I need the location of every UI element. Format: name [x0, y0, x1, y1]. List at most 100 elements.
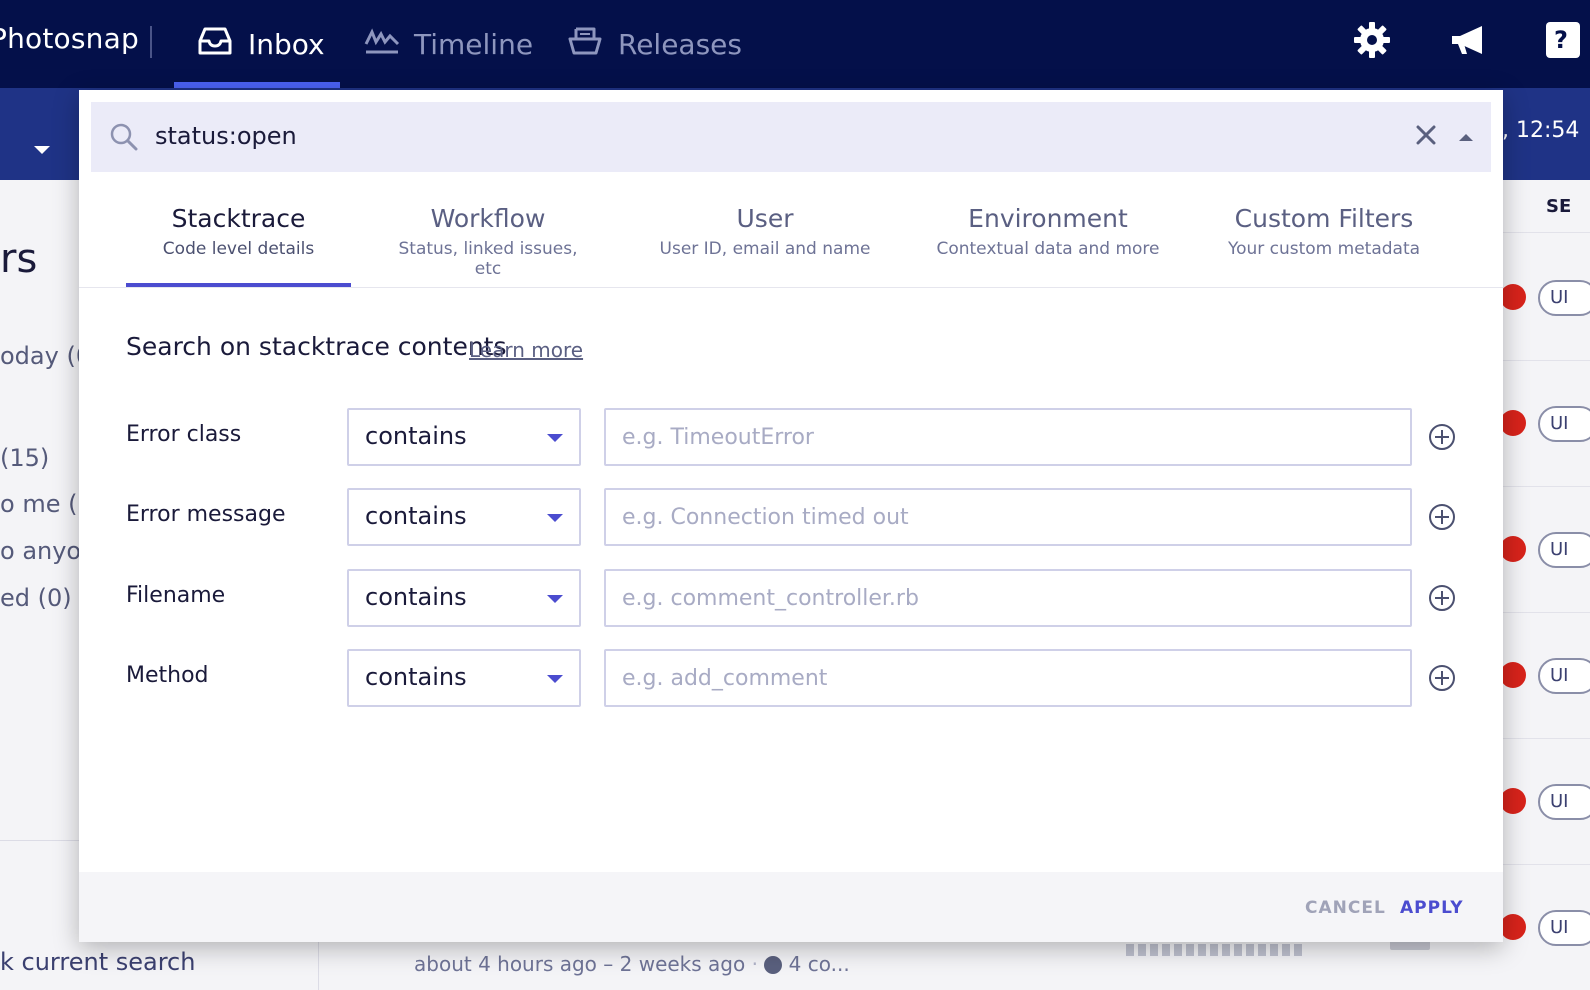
user-badge[interactable]: UI: [1538, 406, 1590, 442]
user-badge[interactable]: UI: [1538, 658, 1590, 694]
error-severity-dot: [1500, 536, 1526, 562]
trend-sparkline: [1126, 944, 1302, 956]
learn-more-link[interactable]: Learn more: [469, 338, 583, 362]
tab-description: User ID, email and name: [659, 239, 871, 259]
column-divider: [318, 942, 319, 990]
add-circle-icon[interactable]: [1428, 664, 1456, 696]
filter-row-error-message: Error message contains: [79, 488, 1503, 546]
error-row-meta: about 4 hours ago – 2 weeks ago · 4 co..…: [414, 952, 850, 976]
megaphone-icon[interactable]: [1448, 20, 1488, 64]
tab-label: Workflow: [430, 204, 546, 233]
sidebar-item-open[interactable]: (15): [0, 444, 49, 472]
comment-count: 4 co...: [788, 952, 850, 976]
nav-releases[interactable]: Releases: [566, 0, 742, 88]
user-badge[interactable]: UI: [1538, 910, 1590, 946]
error-severity-dot: [1500, 410, 1526, 436]
error-message-input[interactable]: [604, 488, 1412, 546]
nav-inbox-label: Inbox: [248, 27, 325, 61]
tab-user[interactable]: User User ID, email and name: [655, 200, 875, 288]
operator-select[interactable]: contains: [347, 408, 581, 466]
tab-description: Code level details: [162, 239, 315, 259]
tab-custom-filters[interactable]: Custom Filters Your custom metadata: [1219, 200, 1429, 288]
nav-inbox[interactable]: Inbox: [196, 0, 325, 88]
search-bar: [91, 102, 1491, 172]
filter-row-error-class: Error class contains: [79, 408, 1503, 466]
error-row-timespan: about 4 hours ago – 2 weeks ago: [414, 952, 746, 976]
tab-description: Your custom metadata: [1227, 239, 1421, 259]
active-tab-indicator: [126, 283, 351, 287]
project-name[interactable]: Photosnap: [0, 22, 139, 55]
chevron-down-icon: [547, 595, 563, 603]
nav-timeline[interactable]: Timeline: [364, 0, 533, 88]
sidebar-item-ignored[interactable]: ed (0): [0, 584, 72, 612]
operator-select[interactable]: contains: [347, 488, 581, 546]
bookmark-current-search-link[interactable]: k current search: [0, 948, 195, 976]
error-severity-dot: [1500, 788, 1526, 814]
timeline-icon: [364, 26, 400, 63]
user-badge[interactable]: UI: [1538, 280, 1590, 316]
tab-label: Stacktrace: [171, 204, 306, 233]
tab-environment[interactable]: Environment Contextual data and more: [931, 200, 1165, 288]
method-input[interactable]: [604, 649, 1412, 707]
dialog-footer: CANCEL APPLY: [79, 872, 1503, 942]
brand-divider: [150, 26, 152, 58]
user-badge[interactable]: UI: [1538, 532, 1590, 568]
section-title: Search on stacktrace contents: [126, 332, 507, 361]
apply-button[interactable]: APPLY: [1400, 898, 1464, 918]
sidebar-item-today[interactable]: oday (0: [0, 342, 91, 370]
filter-label: Error class: [126, 422, 242, 447]
error-severity-dot: [1500, 662, 1526, 688]
nav-timeline-label: Timeline: [414, 27, 534, 61]
filter-row-method: Method contains: [79, 649, 1503, 707]
chevron-down-icon: [547, 675, 563, 683]
error-severity-dot: [1500, 284, 1526, 310]
chevron-down-icon[interactable]: [34, 146, 50, 154]
operator-value: contains: [365, 583, 467, 611]
cancel-button[interactable]: CANCEL: [1305, 898, 1386, 918]
releases-icon: [566, 25, 604, 64]
operator-value: contains: [365, 663, 467, 691]
help-icon[interactable]: ?: [1546, 22, 1580, 58]
add-circle-icon[interactable]: [1428, 423, 1456, 455]
row-divider: [1502, 360, 1590, 361]
chevron-down-icon: [547, 514, 563, 522]
inbox-icon: [196, 25, 234, 64]
error-class-input[interactable]: [604, 408, 1412, 466]
row-divider: [1502, 486, 1590, 487]
search-icon: [109, 122, 139, 156]
error-severity-dot: [1500, 914, 1526, 940]
chevron-down-icon: [547, 434, 563, 442]
operator-select[interactable]: contains: [347, 569, 581, 627]
operator-value: contains: [365, 422, 467, 450]
row-divider: [1502, 232, 1590, 233]
tab-workflow[interactable]: Workflow Status, linked issues, etc: [383, 200, 593, 288]
tab-label: User: [736, 204, 794, 233]
add-circle-icon[interactable]: [1428, 584, 1456, 616]
user-badge[interactable]: UI: [1538, 784, 1590, 820]
sidebar-title: rs: [0, 236, 38, 282]
tab-description: Status, linked issues, etc: [398, 239, 578, 279]
filter-dialog: Stacktrace Code level details Workflow S…: [79, 90, 1503, 942]
tab-stacktrace[interactable]: Stacktrace Code level details: [126, 200, 351, 288]
row-divider: [1502, 864, 1590, 865]
tab-label: Environment: [968, 204, 1128, 233]
row-divider: [1502, 612, 1590, 613]
time-range-text: , 12:54: [1502, 118, 1580, 143]
filter-row-filename: Filename contains: [79, 569, 1503, 627]
nav-releases-label: Releases: [618, 27, 742, 61]
operator-select[interactable]: contains: [347, 649, 581, 707]
chevron-up-icon[interactable]: [1459, 134, 1473, 141]
add-circle-icon[interactable]: [1428, 503, 1456, 535]
tab-label: Custom Filters: [1234, 204, 1414, 233]
column-header-severity: SE: [1546, 196, 1572, 217]
comments-icon: [764, 956, 783, 974]
close-icon[interactable]: [1415, 124, 1437, 150]
filename-input[interactable]: [604, 569, 1412, 627]
top-nav-bar: Photosnap Inbox Timeline Releases ?: [0, 0, 1590, 88]
tab-description: Contextual data and more: [936, 239, 1160, 259]
search-input[interactable]: [155, 116, 1355, 156]
filter-label: Error message: [126, 502, 286, 527]
gear-icon[interactable]: [1352, 20, 1392, 64]
operator-value: contains: [365, 502, 467, 530]
filter-label: Filename: [126, 583, 226, 608]
